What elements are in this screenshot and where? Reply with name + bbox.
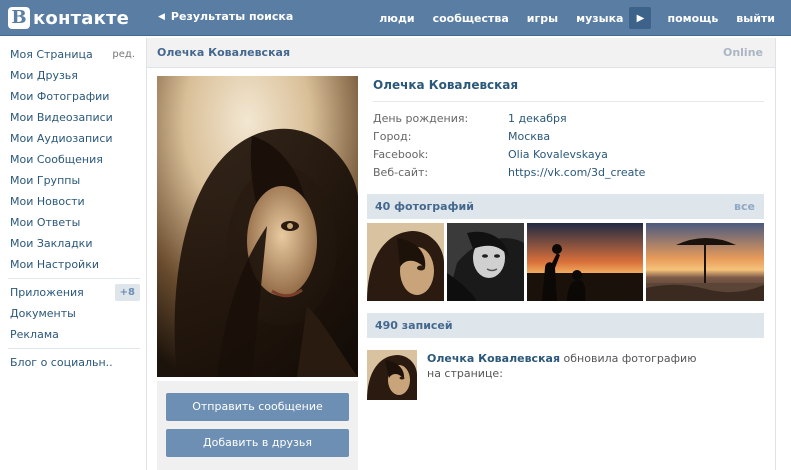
all-photos-link[interactable]: все	[734, 200, 755, 213]
sidebar-item-messages[interactable]: Мои Сообщения	[0, 149, 145, 170]
sidebar-divider	[8, 278, 140, 279]
profile-avatar[interactable]	[157, 76, 358, 377]
nav-games[interactable]: игры	[527, 12, 558, 25]
send-message-button[interactable]: Отправить сообщение	[166, 393, 349, 421]
photo-thumbnail[interactable]	[447, 223, 524, 301]
profile-actions: Отправить сообщение Добавить в друзья	[157, 381, 358, 470]
profile-name: Олечка Ковалевская	[373, 78, 519, 92]
profile-right-column: Олечка Ковалевская День рождения: 1 дека…	[367, 76, 764, 402]
wall-section-header[interactable]: 490 записей	[367, 313, 764, 338]
photo-strip	[367, 223, 764, 301]
top-bar: В контакте ◀ Результаты поиска люди сооб…	[0, 0, 791, 36]
page-title: Олечка Ковалевская	[157, 46, 291, 59]
sidebar-divider	[8, 348, 140, 349]
photo-thumbnail[interactable]	[367, 223, 444, 301]
info-value[interactable]: Москва	[508, 128, 550, 146]
edit-link[interactable]: ред.	[112, 44, 135, 65]
sidebar-item-photos[interactable]: Мои Фотографии	[0, 86, 145, 107]
back-arrow-icon: ◀	[158, 11, 165, 22]
sidebar-item-videos[interactable]: Мои Видеозаписи	[0, 107, 145, 128]
post-text: Олечка Ковалевская обновила фотографию н…	[427, 351, 707, 381]
photos-count: 40 фотографий	[375, 200, 474, 213]
sidebar-item-news[interactable]: Мои Новости	[0, 191, 145, 212]
music-play-icon[interactable]: ▶	[629, 7, 652, 29]
photo-thumbnail[interactable]	[646, 223, 764, 301]
post-author-link[interactable]: Олечка Ковалевская	[427, 352, 560, 365]
sidebar-item-label: Приложения	[10, 286, 84, 299]
info-label: Город:	[373, 130, 412, 143]
left-sidebar: Моя Страница ред. Мои Друзья Мои Фотогра…	[0, 44, 145, 373]
nav-music[interactable]: музыка	[576, 12, 623, 25]
wall-count: 490 записей	[375, 319, 453, 332]
info-row-website: Веб-сайт: https://vk.com/3d_create	[373, 164, 764, 182]
nav-communities[interactable]: сообщества	[433, 12, 509, 25]
page-header: Олечка Ковалевская Online	[147, 38, 775, 68]
vk-logo[interactable]: В контакте	[8, 6, 129, 30]
sidebar-item-friends[interactable]: Мои Друзья	[0, 65, 145, 86]
info-label: Facebook:	[373, 148, 429, 161]
back-link-label: Результаты поиска	[170, 10, 294, 23]
nav-logout[interactable]: выйти	[736, 12, 775, 25]
info-divider	[373, 101, 764, 102]
sidebar-item-answers[interactable]: Мои Ответы	[0, 212, 145, 233]
sidebar-item-blog[interactable]: Блог о социальн..	[0, 352, 145, 373]
profile-left-column: Отправить сообщение Добавить в друзья	[157, 76, 358, 470]
info-row-birthday: День рождения: 1 декабря	[373, 110, 764, 128]
sidebar-item-bookmarks[interactable]: Мои Закладки	[0, 233, 145, 254]
sidebar-item-apps[interactable]: Приложения +8	[0, 282, 145, 303]
nav-people[interactable]: люди	[379, 12, 414, 25]
apps-count-badge: +8	[114, 284, 140, 301]
photo-thumbnail[interactable]	[527, 223, 643, 301]
wall-post: Олечка Ковалевская обновила фотографию н…	[367, 350, 764, 402]
logo-text: контакте	[33, 7, 130, 29]
sidebar-item-ads[interactable]: Реклама	[0, 324, 145, 345]
online-status: Online	[722, 46, 763, 59]
sidebar-item-label: Моя Страница	[10, 48, 93, 61]
nav-help[interactable]: помощь	[667, 12, 718, 25]
info-value[interactable]: 1 декабря	[508, 110, 567, 128]
info-label: День рождения:	[373, 112, 469, 125]
sidebar-item-documents[interactable]: Документы	[0, 303, 145, 324]
info-value[interactable]: https://vk.com/3d_create	[508, 164, 645, 182]
add-friend-button[interactable]: Добавить в друзья	[166, 429, 349, 457]
info-value[interactable]: Olia Kovalevskaya	[508, 146, 608, 164]
logo-icon: В	[8, 7, 30, 29]
sidebar-item-audio[interactable]: Мои Аудиозаписи	[0, 128, 145, 149]
sidebar-item-settings[interactable]: Мои Настройки	[0, 254, 145, 275]
info-label: Веб-сайт:	[373, 166, 429, 179]
back-to-search-link[interactable]: ◀ Результаты поиска	[158, 10, 293, 23]
info-row-facebook: Facebook: Olia Kovalevskaya	[373, 146, 764, 164]
photos-section-header[interactable]: 40 фотографий все	[367, 194, 764, 219]
info-row-city: Город: Москва	[373, 128, 764, 146]
sidebar-item-my-page[interactable]: Моя Страница ред.	[0, 44, 145, 65]
top-nav: люди сообщества игры музыка ▶ помощь вый…	[379, 0, 775, 36]
sidebar-item-groups[interactable]: Мои Группы	[0, 170, 145, 191]
post-author-avatar[interactable]	[367, 350, 417, 400]
